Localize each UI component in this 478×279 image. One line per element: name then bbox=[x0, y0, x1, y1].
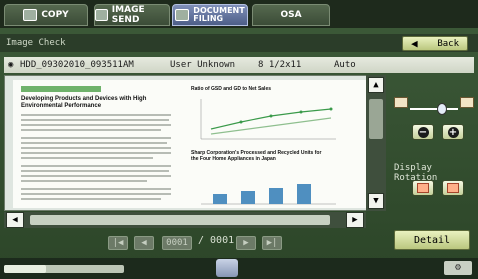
doc-text-line bbox=[21, 137, 171, 139]
doc-text-line bbox=[21, 170, 169, 172]
doc-heading-2: Environmental Performance bbox=[21, 103, 102, 109]
tab-document-filing[interactable]: DOCUMENT FILING bbox=[172, 4, 248, 26]
vertical-scroll-thumb[interactable] bbox=[369, 99, 383, 139]
tab-copy-label: COPY bbox=[41, 10, 69, 20]
doc-text-line bbox=[21, 124, 171, 126]
tab-osa[interactable]: OSA bbox=[252, 4, 330, 26]
rotate-left-button[interactable] bbox=[412, 180, 434, 196]
next-page-icon: ▶ bbox=[243, 238, 249, 248]
rotate-right-button[interactable] bbox=[442, 180, 464, 196]
scroll-down-button[interactable]: ▼ bbox=[368, 193, 384, 209]
prev-page-button[interactable]: ◀ bbox=[134, 236, 154, 250]
zoom-in-button[interactable]: + bbox=[442, 124, 464, 140]
zoom-slider-track bbox=[410, 108, 458, 110]
detail-button[interactable]: Detail bbox=[394, 230, 470, 250]
preview-page: Developing Products and Devices with Hig… bbox=[13, 80, 367, 208]
first-page-icon: |◀ bbox=[112, 238, 124, 248]
total-pages: / 0001 bbox=[198, 235, 235, 246]
doc-text-line bbox=[21, 188, 171, 190]
document-preview[interactable]: Developing Products and Devices with Hig… bbox=[4, 75, 386, 211]
zoom-out-button[interactable]: − bbox=[412, 124, 434, 140]
chart2-thumbnail bbox=[201, 184, 336, 205]
zoom-small-icon bbox=[394, 97, 408, 108]
doc-text-line bbox=[21, 114, 171, 116]
zoom-slider-knob[interactable] bbox=[437, 103, 447, 115]
back-arrow-icon: ◀ bbox=[411, 37, 418, 50]
disk-icon: ◉ bbox=[8, 60, 14, 70]
last-page-icon: ▶| bbox=[266, 238, 278, 248]
tab-document-filing-label: DOCUMENT FILING bbox=[193, 7, 244, 23]
doc-text-line bbox=[21, 129, 161, 131]
folder-icon bbox=[175, 9, 190, 21]
scroll-up-button[interactable]: ▲ bbox=[368, 77, 384, 93]
horizontal-scrollbar[interactable]: ◀ ▶ bbox=[4, 212, 366, 228]
doc-text-line bbox=[21, 193, 171, 195]
tab-copy[interactable]: COPY bbox=[4, 4, 88, 26]
doc-text-line bbox=[21, 152, 171, 154]
settings-button[interactable]: ⚙ bbox=[444, 261, 472, 275]
file-mode: Auto bbox=[334, 60, 356, 70]
tab-osa-label: OSA bbox=[280, 10, 302, 20]
rotate-left-icon bbox=[417, 183, 429, 193]
page-number-field[interactable]: 0001 bbox=[162, 236, 192, 250]
screen: COPY IMAGE SEND DOCUMENT FILING OSA Imag… bbox=[0, 0, 478, 279]
doc-text-line bbox=[21, 147, 171, 149]
back-button[interactable]: ◀ Back bbox=[402, 36, 468, 51]
file-user: User Unknown bbox=[170, 60, 236, 70]
copy-icon bbox=[23, 9, 38, 21]
doc-text-line bbox=[21, 165, 171, 167]
first-page-button[interactable]: |◀ bbox=[108, 236, 128, 250]
zoom-in-icon: + bbox=[447, 126, 459, 138]
chart1-title: Ratio of GSD and GD to Net Sales bbox=[191, 86, 272, 92]
section-tag bbox=[21, 86, 101, 92]
mode-tab-bar: COPY IMAGE SEND DOCUMENT FILING OSA bbox=[0, 0, 478, 28]
doc-text-line bbox=[21, 175, 171, 177]
zoom-out-icon: − bbox=[417, 126, 429, 138]
doc-text-line bbox=[21, 119, 169, 121]
display-rotation-label: Display Rotation bbox=[394, 163, 438, 183]
job-progress-bar bbox=[4, 265, 124, 273]
doc-text-line bbox=[21, 157, 153, 159]
file-paper-size: 8 1/2x11 bbox=[258, 60, 302, 70]
job-progress-fill bbox=[4, 265, 46, 273]
job-status-icon[interactable] bbox=[216, 259, 238, 277]
doc-text-line bbox=[21, 142, 167, 144]
horizontal-scroll-thumb[interactable] bbox=[30, 215, 330, 225]
tab-document-filing-label-2: FILING bbox=[193, 14, 224, 23]
current-page: 0001 bbox=[166, 238, 188, 248]
chart1-thumbnail bbox=[200, 99, 336, 140]
rotate-right-icon bbox=[447, 183, 459, 193]
zoom-slider[interactable] bbox=[410, 103, 458, 115]
doc-text-line bbox=[21, 198, 161, 200]
chart2-title-2: the Four Home Appliances in Japan bbox=[191, 156, 276, 162]
back-button-label: Back bbox=[437, 38, 459, 49]
prev-page-icon: ◀ bbox=[141, 238, 147, 248]
file-name: HDD_09302010_093511AM bbox=[20, 60, 134, 70]
next-page-button[interactable]: ▶ bbox=[236, 236, 256, 250]
doc-heading-1: Developing Products and Devices with Hig… bbox=[21, 96, 147, 102]
tab-image-send[interactable]: IMAGE SEND bbox=[94, 4, 170, 26]
tab-image-send-label: IMAGE SEND bbox=[111, 5, 145, 25]
zoom-large-icon bbox=[460, 97, 474, 108]
gear-icon: ⚙ bbox=[454, 262, 462, 273]
scroll-right-button[interactable]: ▶ bbox=[346, 212, 364, 228]
doc-text-line bbox=[21, 180, 147, 182]
scroll-left-button[interactable]: ◀ bbox=[6, 212, 24, 228]
send-icon bbox=[95, 9, 108, 21]
last-page-button[interactable]: ▶| bbox=[262, 236, 282, 250]
vertical-scrollbar[interactable]: ▲ ▼ bbox=[366, 75, 386, 211]
file-info-bar: ◉ HDD_09302010_093511AM User Unknown 8 1… bbox=[4, 57, 474, 73]
